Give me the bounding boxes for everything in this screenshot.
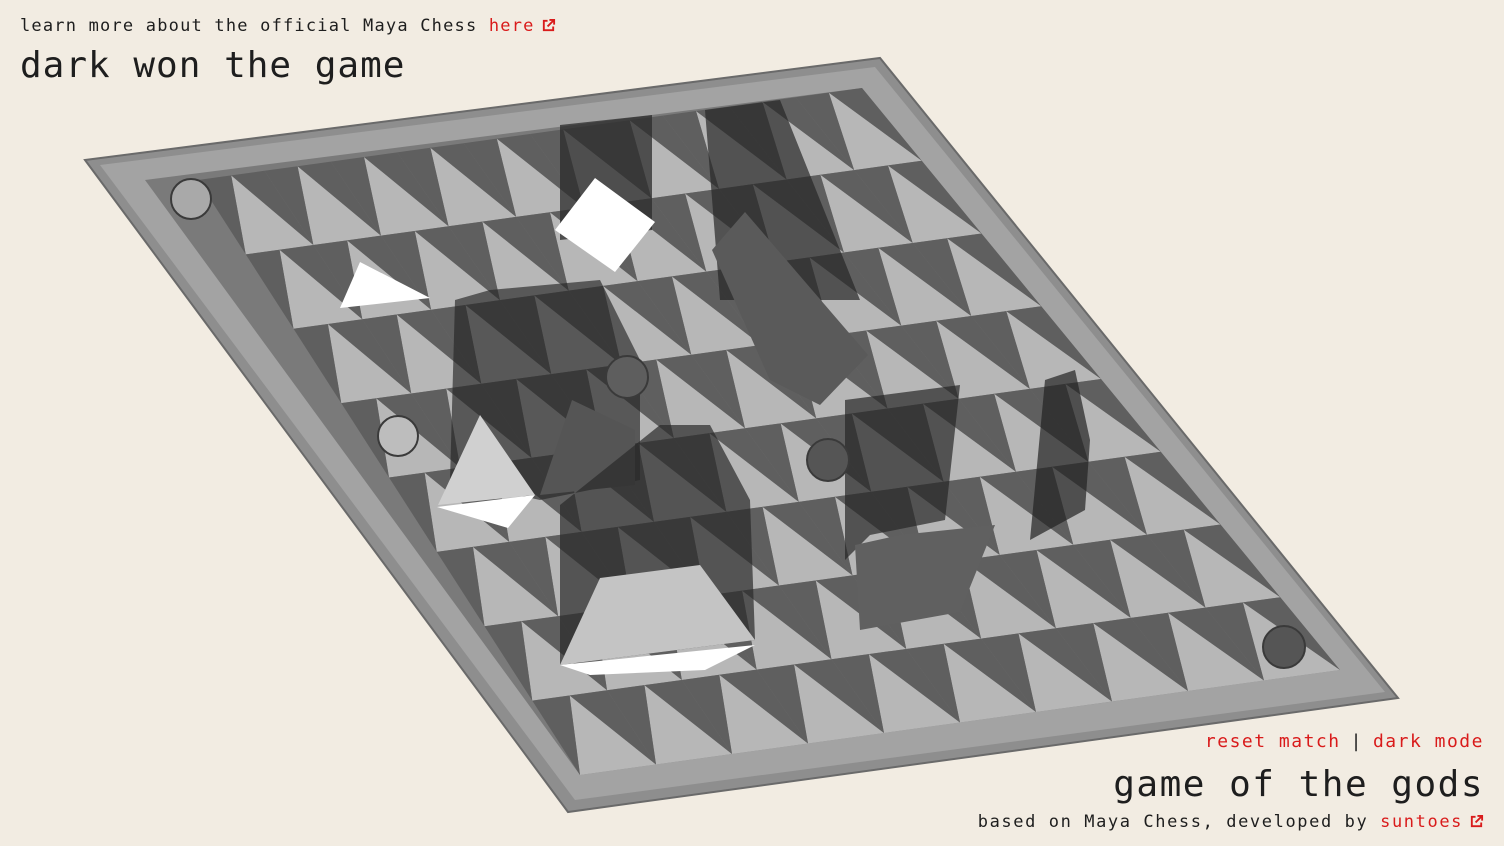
learn-more-link-text: here bbox=[488, 16, 535, 36]
game-board[interactable] bbox=[0, 0, 1504, 846]
learn-more-line: learn more about the official Maya Chess… bbox=[20, 14, 556, 38]
controls-separator: | bbox=[1350, 731, 1363, 752]
learn-more-link[interactable]: here bbox=[489, 16, 556, 36]
controls: reset match | dark mode bbox=[978, 730, 1484, 754]
reset-match-button[interactable]: reset match bbox=[1205, 731, 1341, 752]
external-link-icon bbox=[542, 18, 555, 32]
developer-link[interactable]: suntoes bbox=[1380, 812, 1484, 832]
corner-marker bbox=[1262, 625, 1306, 669]
corner-marker bbox=[806, 438, 850, 482]
dark-mode-toggle[interactable]: dark mode bbox=[1373, 731, 1484, 752]
credit-line: based on Maya Chess, developed by suntoe… bbox=[978, 810, 1484, 834]
game-screen: learn more about the official Maya Chess… bbox=[0, 0, 1504, 846]
header: learn more about the official Maya Chess… bbox=[20, 14, 556, 88]
external-link-icon bbox=[1470, 814, 1484, 828]
game-status: dark won the game bbox=[20, 45, 406, 86]
footer: reset match | dark mode game of the gods b… bbox=[978, 730, 1484, 834]
learn-more-text: learn more about the official Maya Chess bbox=[20, 16, 478, 36]
corner-marker bbox=[377, 415, 419, 457]
corner-marker bbox=[605, 355, 649, 399]
game-title: game of the gods bbox=[1113, 764, 1484, 805]
corner-marker bbox=[170, 178, 212, 220]
credit-text: based on Maya Chess, developed by bbox=[977, 812, 1369, 832]
developer-link-text: suntoes bbox=[1380, 812, 1463, 832]
